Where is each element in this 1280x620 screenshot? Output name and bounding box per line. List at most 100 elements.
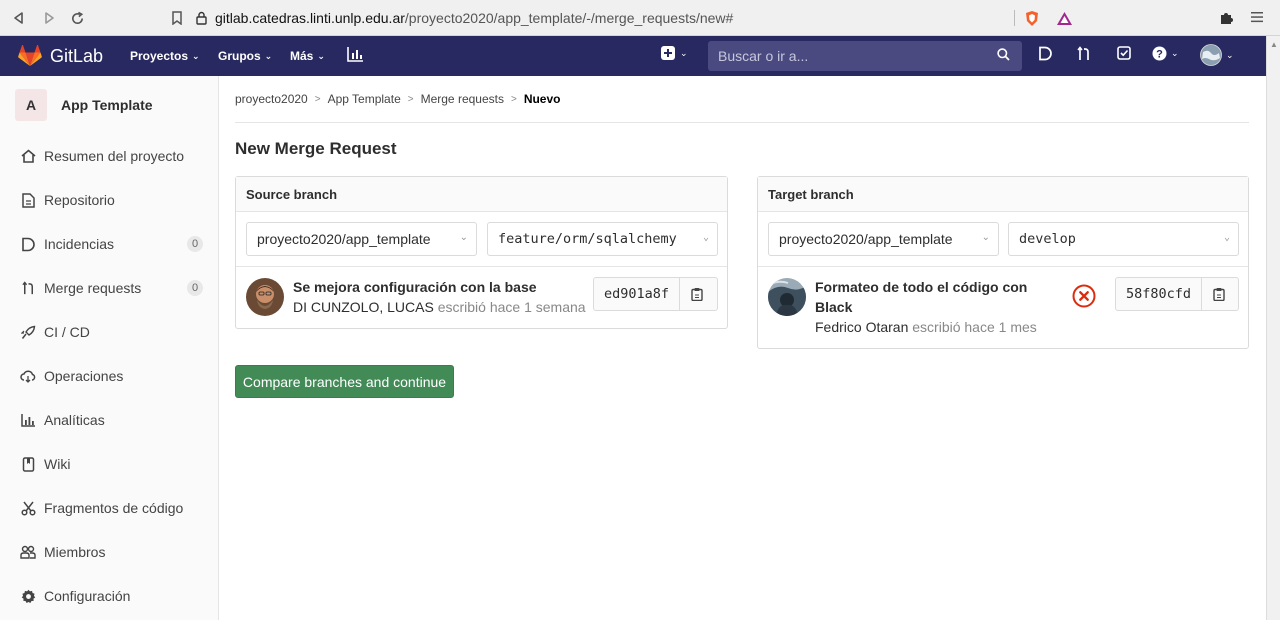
source-commit-sha[interactable]: ed901a8f — [594, 278, 679, 310]
menu-more[interactable]: Más ⌄ — [290, 49, 325, 63]
target-project-value: proyecto2020/app_template — [779, 231, 953, 247]
merge-request-icon[interactable] — [1076, 46, 1092, 62]
sidebar-item-settings[interactable]: Configuración — [0, 574, 219, 618]
bookmark-icon[interactable] — [162, 3, 192, 33]
target-commit-title[interactable]: Formateo de todo el código con Black — [815, 277, 1027, 317]
sidebar-item-label: CI / CD — [44, 324, 90, 340]
sidebar-item-operations[interactable]: Operaciones — [0, 354, 219, 398]
sidebar-item-label: Miembros — [44, 544, 106, 560]
users-icon — [20, 544, 36, 560]
todo-check-icon[interactable] — [1117, 46, 1131, 60]
target-branch-select[interactable]: develop ⌄ — [1008, 222, 1239, 256]
target-commit-author-avatar[interactable] — [768, 278, 806, 316]
source-branch-heading: Source branch — [236, 177, 727, 212]
menu-groups[interactable]: Grupos ⌄ — [218, 49, 272, 63]
gear-icon — [20, 588, 36, 604]
activity-chart-icon[interactable] — [347, 46, 364, 62]
menu-projects[interactable]: Proyectos ⌄ — [130, 49, 200, 63]
sidebar-item-issues[interactable]: Incidencias 0 — [0, 222, 219, 266]
project-name: App Template — [61, 97, 153, 113]
cloud-icon — [20, 368, 36, 384]
chart-icon — [20, 412, 36, 428]
url-path: /proyecto2020/app_template/-/merge_reque… — [404, 10, 734, 26]
chevron-down-icon: ⌄ — [192, 50, 200, 61]
sidebar-item-ci-cd[interactable]: CI / CD — [0, 310, 219, 354]
sidebar-item-label: Operaciones — [44, 368, 124, 384]
merge-request-icon — [20, 280, 36, 296]
source-commit-author-avatar[interactable] — [246, 278, 284, 316]
project-avatar: A — [15, 89, 47, 121]
target-commit-time: escribió hace 1 mes — [912, 319, 1037, 335]
chevron-down-icon: ⌄ — [1171, 48, 1179, 58]
gitlab-top-navbar: GitLab Proyectos ⌄ Grupos ⌄ Más ⌄ ⌄ Buscar … — [0, 36, 1266, 76]
sidebar-item-wiki[interactable]: Wiki — [0, 442, 219, 486]
sidebar-item-label: Incidencias — [44, 236, 115, 252]
sidebar-item-label: Repositorio — [44, 192, 115, 208]
back-icon[interactable] — [4, 3, 34, 33]
target-commit-meta: Fedrico Otaran escribió hace 1 mes — [815, 319, 1037, 335]
gitlab-logo-text: GitLab — [50, 45, 104, 66]
copy-sha-button[interactable] — [679, 278, 714, 310]
breadcrumb-link[interactable]: Merge requests — [421, 92, 504, 106]
home-icon — [20, 148, 36, 164]
browser-toolbar: gitlab.catedras.linti.unlp.edu.ar/proyec… — [0, 0, 1280, 36]
sidebar-item-repository[interactable]: Repositorio — [0, 178, 219, 222]
sidebar-item-members[interactable]: Miembros — [0, 530, 219, 574]
target-branch-heading: Target branch — [758, 177, 1248, 212]
book-icon — [20, 456, 36, 472]
sidebar-item-label: Analíticas — [44, 412, 105, 428]
issues-icon[interactable] — [1038, 46, 1052, 61]
source-branch-panel: Source branch proyecto2020/app_template … — [235, 176, 728, 329]
chevron-down-icon: ⌄ — [459, 232, 468, 243]
brave-shield-icon[interactable] — [1024, 10, 1040, 27]
gitlab-home-link[interactable]: GitLab — [18, 45, 103, 67]
search-input[interactable]: Buscar o ir a... — [708, 41, 1022, 71]
source-commit-sha-group: ed901a8f — [593, 277, 718, 311]
source-branch-value: feature/orm/sqlalchemy — [498, 231, 677, 247]
source-commit-title[interactable]: Se mejora configuración con la base — [293, 277, 537, 297]
gitlab-tanuki-icon — [18, 45, 42, 67]
chevron-down-icon: ⌄ — [264, 50, 273, 61]
target-branch-value: develop — [1019, 231, 1076, 247]
new-item-plus-icon[interactable]: ⌄ — [661, 46, 688, 60]
help-icon[interactable]: ? ⌄ — [1152, 46, 1179, 61]
scroll-up-icon[interactable]: ▲ — [1270, 40, 1278, 49]
page-scrollbar[interactable]: ▲ — [1266, 36, 1280, 620]
rocket-icon — [20, 324, 36, 340]
menu-more-label: Más — [290, 49, 314, 63]
source-project-value: proyecto2020/app_template — [257, 231, 431, 247]
document-icon — [20, 192, 36, 208]
chevron-down-icon: ⌄ — [317, 50, 325, 61]
source-branch-select[interactable]: feature/orm/sqlalchemy ⌄ — [487, 222, 718, 256]
extensions-icon[interactable] — [1218, 10, 1234, 26]
target-project-select[interactable]: proyecto2020/app_template ⌄ — [768, 222, 999, 256]
url-divider — [1014, 10, 1015, 26]
target-commit-sha[interactable]: 58f80cfd — [1116, 278, 1201, 310]
sidebar-project-header[interactable]: A App Template — [0, 76, 218, 134]
breadcrumb-link[interactable]: App Template — [328, 92, 401, 106]
compare-branches-button[interactable]: Compare branches and continue — [235, 365, 454, 398]
target-commit-author[interactable]: Fedrico Otaran — [815, 319, 908, 335]
issues-icon — [20, 236, 36, 252]
sidebar-item-snippets[interactable]: Fragmentos de código — [0, 486, 219, 530]
menu-projects-label: Proyectos — [130, 49, 189, 63]
pipeline-failed-icon[interactable] — [1072, 284, 1096, 308]
sidebar-item-merge-requests[interactable]: Merge requests 0 — [0, 266, 219, 310]
reload-icon[interactable] — [62, 3, 92, 33]
breadcrumb: proyecto2020 > App Template > Merge requ… — [235, 92, 561, 106]
search-placeholder: Buscar o ir a... — [718, 48, 809, 64]
user-avatar[interactable]: ⌄ — [1200, 44, 1234, 66]
copy-sha-button[interactable] — [1201, 278, 1236, 310]
source-commit-author[interactable]: DI CUNZOLO, LUCAS — [293, 299, 434, 315]
sidebar-item-label: Fragmentos de código — [44, 500, 184, 516]
sidebar-item-project-overview[interactable]: Resumen del proyecto — [0, 134, 219, 178]
project-sidebar: A App Template Resumen del proyecto Repo… — [0, 76, 219, 620]
breadcrumb-link[interactable]: proyecto2020 — [235, 92, 308, 106]
source-project-select[interactable]: proyecto2020/app_template ⌄ — [246, 222, 477, 256]
page-title: New Merge Request — [235, 139, 397, 158]
address-bar[interactable]: gitlab.catedras.linti.unlp.edu.ar/proyec… — [196, 4, 1270, 32]
browser-menu-icon[interactable] — [1250, 10, 1264, 24]
brave-rewards-icon[interactable] — [1056, 11, 1073, 26]
forward-icon[interactable] — [34, 3, 64, 33]
sidebar-item-analytics[interactable]: Analíticas — [0, 398, 219, 442]
